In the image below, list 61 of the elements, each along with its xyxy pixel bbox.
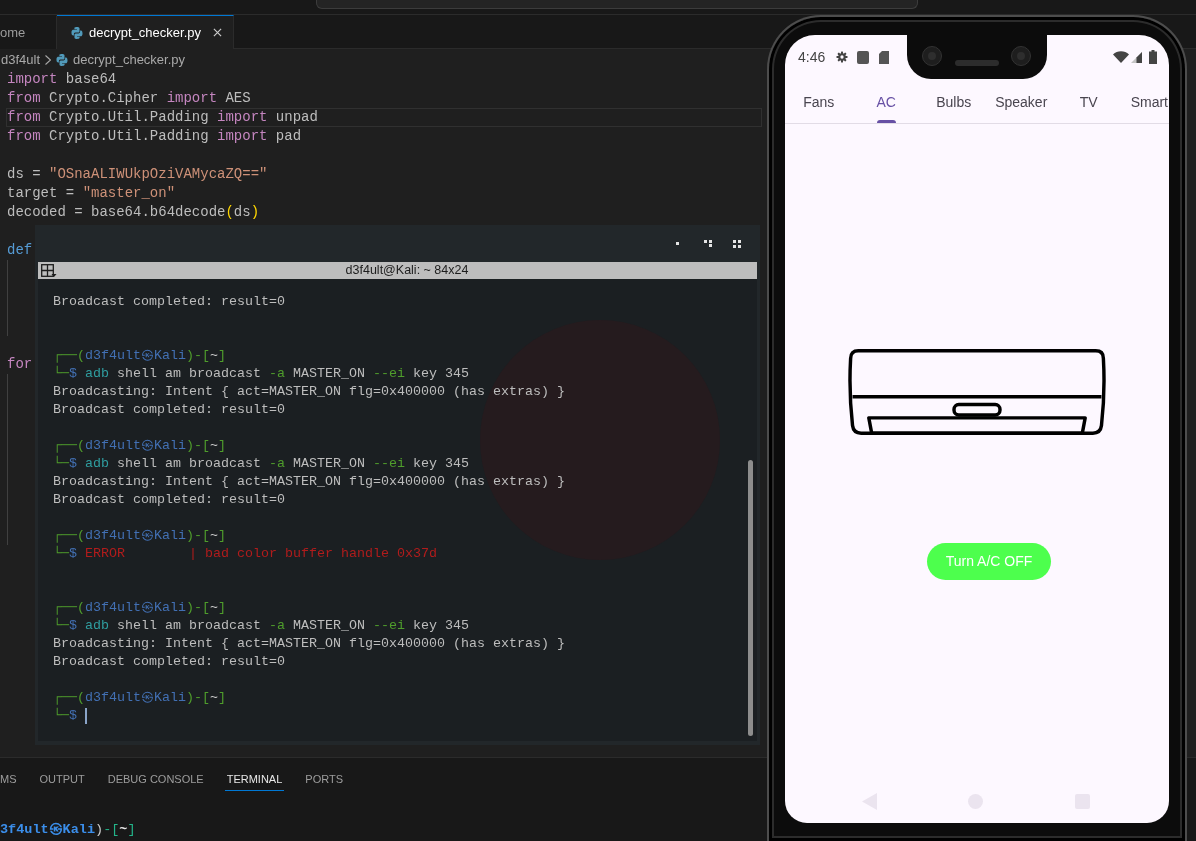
search-field[interactable] — [316, 0, 918, 9]
error-line: └─$ ERROR | bad color buffer handle 0x37d — [53, 545, 437, 563]
output-line: Broadcast completed: result=0 — [53, 293, 285, 311]
panel-tab[interactable]: OUTPUT — [37, 769, 87, 791]
signal-icon — [1131, 51, 1142, 63]
breadcrumb-item[interactable]: d3f4ult — [1, 49, 41, 70]
panel-tab[interactable]: MS — [0, 769, 19, 791]
panel-tab[interactable]: DEBUG CONSOLE — [105, 769, 206, 791]
camera-icon — [922, 46, 942, 66]
prompt-line: ┌──(d3f4ult㉿Kali)-[~] — [53, 347, 226, 365]
breadcrumb-item[interactable]: decrypt_checker.py — [73, 49, 186, 70]
editor-tab[interactable]: ome — [0, 15, 57, 49]
command-line: └─$ adb shell am broadcast -a MASTER_ON --ei key 345 — [53, 365, 469, 383]
code-line: decoded = base64.b64decode(ds) — [7, 203, 260, 222]
four-dots-icon[interactable] — [733, 239, 741, 248]
device-tab[interactable]: TV — [1055, 79, 1123, 123]
output-line: Broadcasting: Intent { act=MASTER_ON flg=0x400000 (has extras) } — [53, 473, 565, 491]
code-line: from Crypto.Util.Padding import unpad — [6, 108, 762, 127]
wifi-icon — [1113, 51, 1129, 63]
output-line: Broadcast completed: result=0 — [53, 401, 285, 419]
device-tab[interactable]: Bulbs — [920, 79, 988, 123]
device-tab[interactable]: Smart — [1122, 79, 1169, 123]
terminal-title: d3f4ult@Kali: ~ 84x24 — [345, 263, 469, 278]
battery-icon — [1149, 50, 1157, 64]
prompt-line: ┌──(d3f4ult㉿Kali)-[~] — [53, 437, 226, 455]
scrollbar-thumb[interactable] — [748, 460, 753, 736]
device-tab[interactable]: Fans — [785, 79, 853, 123]
code-line: def — [7, 241, 33, 260]
code-line: from Crypto.Util.Padding import pad — [7, 127, 302, 146]
prompt-line: └─$ — [53, 707, 77, 725]
prompt-line: ┌──(d3f4ult㉿Kali)-[~] — [53, 527, 226, 545]
device-tab[interactable]: Speaker — [987, 79, 1055, 123]
camera-icon — [1011, 46, 1031, 66]
device-tab[interactable]: AC — [852, 79, 920, 123]
speaker-grille-icon — [955, 60, 999, 66]
output-line: Broadcasting: Intent { act=MASTER_ON flg=0x400000 (has extras) } — [53, 635, 565, 653]
panel-tab[interactable]: PORTS — [303, 769, 346, 791]
code-line: import base64 — [7, 70, 117, 89]
text-cursor-icon — [85, 708, 87, 724]
terminal-line: 3f4ult㉿Kali)-[~] — [0, 821, 136, 839]
close-icon[interactable] — [213, 28, 222, 37]
output-line: Broadcasting: Intent { act=MASTER_ON flg=0x400000 (has extras) } — [53, 383, 565, 401]
prompt-line: ┌──(d3f4ult㉿Kali)-[~] — [53, 689, 226, 707]
code-line: ds = "OSnaALIWUkpOziVAMycaZQ==" — [7, 165, 268, 184]
command-line: └─$ adb shell am broadcast -a MASTER_ON --ei key 345 — [53, 455, 469, 473]
code-line: for — [7, 355, 33, 374]
panel-tab[interactable]: TERMINAL — [224, 769, 285, 791]
layout-icon[interactable] — [41, 263, 57, 278]
settings-icon — [836, 51, 849, 63]
code-line: from Crypto.Cipher import AES — [7, 89, 251, 108]
output-line: Broadcast completed: result=0 — [53, 653, 285, 671]
status-time: 4:46 — [798, 47, 826, 67]
command-line: └─$ adb shell am broadcast -a MASTER_ON --ei key 345 — [53, 617, 469, 635]
square-icon — [857, 50, 870, 64]
three-dots-icon[interactable] — [704, 240, 712, 247]
output-line: Broadcast completed: result=0 — [53, 491, 285, 509]
chevron-right-icon — [45, 54, 52, 65]
editor-tab[interactable]: decrypt_checker.py — [57, 15, 234, 49]
code-line: target = "master_on" — [7, 184, 176, 203]
prompt-line: ┌──(d3f4ult㉿Kali)-[~] — [53, 599, 226, 617]
sd-card-icon — [879, 50, 890, 64]
